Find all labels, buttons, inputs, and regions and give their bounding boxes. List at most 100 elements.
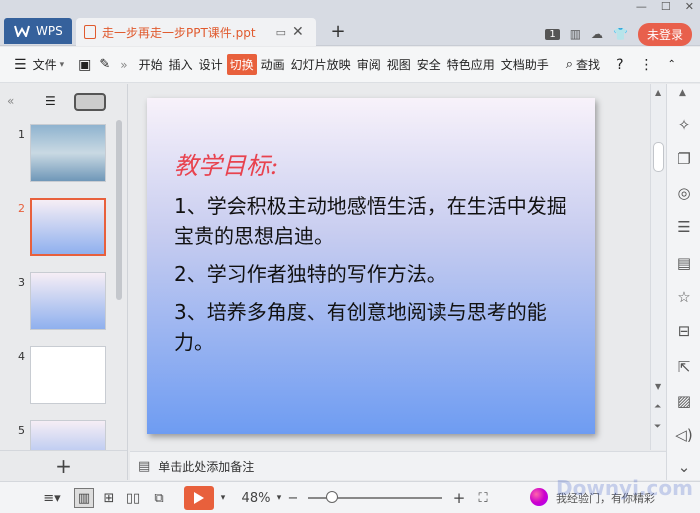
login-button[interactable]: 未登录 <box>637 22 692 46</box>
wps-logo-icon <box>14 25 30 37</box>
thumbnail-item[interactable]: 4 <box>0 346 118 408</box>
add-slide-area: + <box>0 450 127 480</box>
ribbon-tab[interactable]: 开始 <box>137 54 165 75</box>
editor-vertical-scrollbar[interactable]: ▲ ▼ ⏶ ⏷ <box>650 84 666 450</box>
star-icon[interactable]: ☆ <box>673 286 695 308</box>
document-tab-title: 走一步再走一步PPT课件.ppt <box>102 25 256 40</box>
zoom-out-icon[interactable]: − <box>286 488 300 508</box>
wps-home-tab[interactable]: WPS <box>4 18 72 44</box>
watermark-text: Downyi.com <box>556 476 693 500</box>
notes-placeholder[interactable]: 单击此处添加备注 <box>158 458 254 475</box>
thumbnail-item[interactable]: 3 <box>0 272 118 334</box>
help-icon[interactable]: ? <box>616 57 623 73</box>
ribbon-tab[interactable]: 动画 <box>259 54 287 75</box>
hamburger-icon[interactable]: ☰ <box>14 57 27 73</box>
thumbnail-item[interactable]: 5 <box>0 420 118 450</box>
file-menu[interactable]: 文件 ▾ <box>33 56 65 73</box>
ppt-file-icon <box>84 25 96 39</box>
ribbon-tabs: 开始 插入 设计 切换 动画 幻灯片放映 审阅 视图 安全 特色应用 文档助手 <box>136 54 552 75</box>
watermark-logo <box>530 488 548 506</box>
ribbon-tab[interactable]: 安全 <box>415 54 443 75</box>
search-button[interactable]: ⌕ 查找 <box>566 56 600 73</box>
tab-close-icon[interactable]: ✕ <box>292 24 304 40</box>
skin-icon[interactable]: 👕 <box>613 27 628 41</box>
wps-tab-label: WPS <box>36 24 63 38</box>
slide-view-icon[interactable] <box>74 93 106 111</box>
status-bar: ≡▾ ▥ ⊞ ▯▯ ⧉ ▾ 48% ▾ − + ⛶ 我经验门，有你精彩 Down… <box>0 476 700 513</box>
slide-thumbnail[interactable] <box>30 420 106 450</box>
ribbon-tab[interactable]: 特色应用 <box>445 54 497 75</box>
slide-thumbnail[interactable] <box>30 272 106 330</box>
tab-screen-icon[interactable]: ▭ <box>276 26 286 39</box>
play-slideshow-button[interactable] <box>184 486 214 510</box>
cloud-icon[interactable]: ☁ <box>591 27 603 41</box>
ribbon-tab[interactable]: 设计 <box>197 54 225 75</box>
ribbon-tab[interactable]: 幻灯片放映 <box>289 54 353 75</box>
ribbon-tab[interactable]: 审阅 <box>355 54 383 75</box>
audio-icon[interactable]: ◁) <box>673 424 695 446</box>
note-menu-icon[interactable]: ≡▾ <box>38 488 66 508</box>
document-tab[interactable]: 走一步再走一步PPT课件.ppt ▭ ✕ <box>76 18 316 46</box>
notes-icon: ▤ <box>138 458 151 474</box>
save-icon[interactable]: ▣ <box>78 57 91 73</box>
slide-thumbnail[interactable] <box>30 346 106 404</box>
slide-paragraph-3[interactable]: 3、培养多角度、有创意地阅读与思考的能力。 <box>174 297 574 357</box>
thumbnail-number: 2 <box>18 202 25 215</box>
magic-icon[interactable]: ✧ <box>673 114 695 136</box>
ribbon-tab[interactable]: 视图 <box>385 54 413 75</box>
more-options-icon[interactable]: ⋮ <box>640 57 654 73</box>
archive-icon[interactable]: ⊟ <box>673 320 695 342</box>
normal-view-icon[interactable]: ▥ <box>74 488 94 508</box>
chevron-down-icon: ▾ <box>59 59 65 70</box>
collapse-ribbon-icon[interactable]: ⌃ <box>668 59 676 70</box>
more-tools-icon[interactable]: » <box>120 58 127 72</box>
image-icon[interactable]: ▨ <box>673 390 695 412</box>
slide-sorter-icon[interactable]: ⊞ <box>100 488 118 508</box>
slide-editor-canvas[interactable]: 教学目标: 1、学会积极主动地感悟生活，在生活中发掘宝贵的思想启迪。 2、学习作… <box>130 84 650 450</box>
presenter-view-icon[interactable]: ⧉ <box>150 488 168 508</box>
search-label: 查找 <box>576 58 601 72</box>
zoom-slider-knob[interactable] <box>326 491 339 503</box>
ribbon-tab[interactable]: 切换 <box>226 54 257 75</box>
current-slide[interactable]: 教学目标: 1、学会积极主动地感悟生活，在生活中发掘宝贵的思想启迪。 2、学习作… <box>147 98 595 434</box>
scroll-down-icon[interactable]: ▼ <box>655 382 661 391</box>
search-icon: ⌕ <box>565 57 574 72</box>
grid-layout-icon[interactable]: ▥ <box>570 27 581 41</box>
reading-view-icon[interactable]: ▯▯ <box>124 488 142 508</box>
collapse-panel-icon[interactable]: « <box>7 94 14 108</box>
slide-thumbnail-selected[interactable] <box>30 198 106 256</box>
thumbnail-number: 5 <box>18 424 25 437</box>
slide-thumbnail[interactable] <box>30 124 106 182</box>
shapes-icon[interactable]: ❐ <box>673 148 695 170</box>
thumbnail-item[interactable]: 1 <box>0 124 118 186</box>
scroll-thumb[interactable] <box>653 142 664 172</box>
picture-gallery-icon[interactable]: ▤ <box>673 252 695 274</box>
window-count-badge[interactable]: 1 <box>545 28 560 40</box>
format-painter-icon[interactable]: ✎ <box>99 57 110 72</box>
next-slide-icon[interactable]: ⏷ <box>654 422 661 432</box>
expand-icon[interactable]: ⌄ <box>673 456 695 478</box>
thumbnail-number: 1 <box>18 128 25 141</box>
zoom-level[interactable]: 48% <box>240 488 272 508</box>
thumbnail-item[interactable]: 2 <box>0 198 118 260</box>
prev-slide-icon[interactable]: ⏶ <box>654 402 661 412</box>
ribbon-tab[interactable]: 插入 <box>167 54 195 75</box>
scroll-up-icon[interactable]: ▲ <box>655 88 661 97</box>
share-icon[interactable]: ⇱ <box>673 356 695 378</box>
fit-window-icon[interactable]: ⛶ <box>476 488 490 508</box>
play-options-chevron-icon[interactable]: ▾ <box>218 488 228 508</box>
slide-heading[interactable]: 教学目标: <box>174 146 278 181</box>
ribbon-tab[interactable]: 文档助手 <box>499 54 551 75</box>
new-tab-icon[interactable]: + <box>328 18 348 44</box>
scroll-top-caret-icon[interactable]: ▲ <box>679 88 686 98</box>
thumbnail-number: 4 <box>18 350 25 363</box>
object-icon[interactable]: ◎ <box>673 182 695 204</box>
slide-thumbnail-panel: « ☰ 1 2 3 4 5 + <box>0 84 128 480</box>
slide-paragraph-1[interactable]: 1、学会积极主动地感悟生活，在生活中发掘宝贵的思想启迪。 <box>174 191 574 251</box>
outline-view-icon[interactable]: ☰ <box>45 94 56 108</box>
zoom-dropdown-icon[interactable]: ▾ <box>274 488 284 508</box>
add-slide-icon[interactable]: + <box>55 454 72 478</box>
slide-paragraph-2[interactable]: 2、学习作者独特的写作方法。 <box>174 259 574 289</box>
settings-sliders-icon[interactable]: ☰ <box>673 216 695 238</box>
zoom-in-icon[interactable]: + <box>452 488 466 508</box>
